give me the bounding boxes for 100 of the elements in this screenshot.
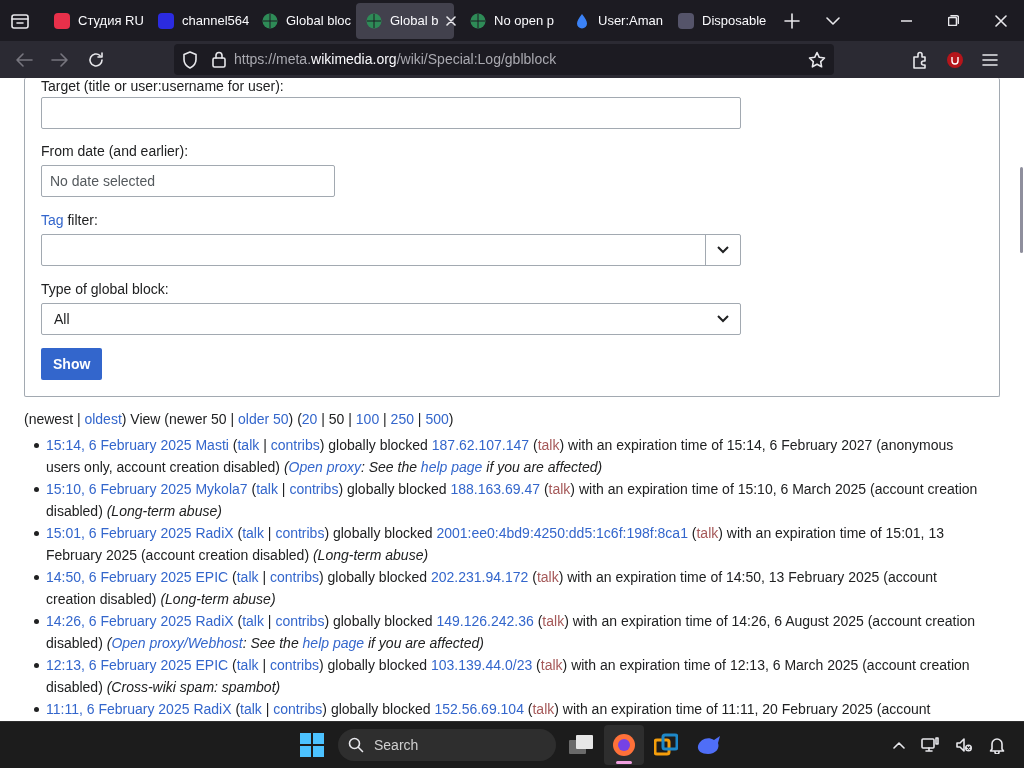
link[interactable]: 20 [301,411,318,427]
bullet-icon [34,531,39,536]
link[interactable]: talk [548,481,571,497]
link[interactable]: Open proxy/Webhost [111,635,243,651]
link[interactable]: 250 [390,411,414,427]
link[interactable]: talk [236,657,259,673]
link[interactable]: talk [237,437,260,453]
chevron-down-icon[interactable] [717,246,729,254]
link[interactable]: 187.62.107.147 [431,437,530,453]
url-field[interactable]: https://meta.wikimedia.org/wiki/Special:Log/gblblock [174,44,834,75]
app-icon[interactable] [654,733,678,757]
link[interactable]: 14:50, 6 February 2025 [46,569,192,585]
link[interactable]: contribs [275,525,325,541]
link[interactable]: 15:10, 6 February 2025 [46,481,192,497]
close-icon[interactable] [446,15,457,26]
link[interactable]: contribs [269,569,319,585]
field-label: Tag filter: [41,211,99,230]
browser-tab[interactable]: Global b [356,2,454,39]
link[interactable]: talk [242,613,264,629]
link[interactable]: 2001:ee0:4bd9:4250:dd5:1c6f:198f:8ca1 [436,525,688,541]
forward-icon[interactable] [51,51,69,68]
type-dropdown[interactable]: All [41,303,741,335]
browser-tab[interactable]: Global bloc [252,2,350,39]
link[interactable]: contribs [273,701,323,717]
extensions-icon[interactable] [911,50,929,69]
chevron-up-icon[interactable] [893,741,905,749]
link[interactable]: talk [540,657,563,673]
link[interactable]: 15:01, 6 February 2025 [46,525,192,541]
link[interactable]: 152.56.69.104 [434,701,524,717]
link[interactable]: talk [256,481,278,497]
log-entry: 15:10, 6 February 2025 Mykola7 (talk | contribs) globally blocked 188.163.69.47 (talk) with an expiration time of 15:10, 6 March 2025 (account creation disabled) (Long-term abuse) [46,480,979,521]
browser-tab[interactable]: Disposable [668,2,766,39]
restore-icon[interactable] [948,15,959,26]
app-icon [612,733,636,757]
reload-icon[interactable] [88,51,104,68]
link[interactable]: 100 [355,411,380,427]
link[interactable]: talk [240,701,262,717]
link[interactable]: talk [536,569,559,585]
speaker-muted-icon[interactable] [955,737,973,753]
link[interactable]: Tag [41,212,64,228]
link[interactable]: 202.231.94.172 [431,569,529,585]
link[interactable]: EPIC [195,569,229,585]
link[interactable]: 11:11, 6 February 2025 [46,701,190,717]
link[interactable]: contribs [289,481,339,497]
field-label: Type of global block: [41,280,170,299]
scrollbar-thumb[interactable] [1020,167,1023,253]
link[interactable]: talk [537,437,560,453]
link[interactable]: contribs [275,613,325,629]
link[interactable]: Masti [195,437,229,453]
tab-list-icon[interactable] [10,11,30,30]
text-field[interactable] [41,97,741,129]
link[interactable]: 103.139.44.0/23 [431,657,533,673]
link[interactable]: help page [420,459,483,475]
shield-badge-icon[interactable] [946,50,964,69]
task-view-icon[interactable] [568,734,594,756]
menu-icon[interactable] [982,52,998,67]
close-icon[interactable] [995,14,1007,27]
browser-tab[interactable]: Студия RU [44,2,142,39]
field-label: Target (title or user:username for user): [41,78,285,94]
link[interactable]: talk [542,613,565,629]
link[interactable]: talk [696,525,719,541]
link[interactable]: contribs [270,437,320,453]
link[interactable]: help page [302,635,365,651]
link[interactable]: 12:13, 6 February 2025 [46,657,192,673]
link[interactable]: talk [236,569,259,585]
browser-tab[interactable]: No open p [460,2,558,39]
notification-bell-icon[interactable] [989,736,1005,754]
link[interactable]: 149.126.242.36 [436,613,534,629]
link[interactable]: EPIC [195,657,229,673]
network-icon[interactable] [921,737,939,753]
taskbar-app[interactable] [604,725,644,765]
square-icon [158,12,174,29]
link[interactable]: RadiX [193,701,232,717]
link[interactable]: 500 [425,411,449,427]
windows-logo-icon[interactable] [300,733,324,757]
drop-icon [574,12,590,29]
back-icon[interactable] [15,51,33,68]
date-field[interactable]: No date selected [41,165,335,197]
link[interactable]: Mykola7 [195,481,248,497]
link[interactable]: RadiX [195,525,234,541]
link[interactable]: talk [532,701,555,717]
link[interactable]: talk [242,525,264,541]
link[interactable]: oldest [84,411,122,427]
app-icon[interactable] [696,734,722,756]
link[interactable]: older 50 [238,411,289,427]
chevron-down-icon [717,315,729,323]
globe-icon [262,12,278,29]
globe-icon [366,12,382,29]
link[interactable]: 15:14, 6 February 2025 [46,437,192,453]
bookmark-star-icon[interactable] [808,50,826,69]
link[interactable]: 14:26, 6 February 2025 [46,613,192,629]
log-entry: 14:50, 6 February 2025 EPIC (talk | contribs) globally blocked 202.231.94.172 (talk) with an expiration time of 14:50, 13 February 2025 (account creation disabled) (Long-term abuse) [46,568,938,609]
show-button[interactable]: Show [41,348,103,380]
link[interactable]: 188.163.69.47 [450,481,540,497]
search-field[interactable]: Search [338,729,556,761]
link[interactable]: RadiX [195,613,234,629]
new-tab-icon[interactable] [784,12,800,29]
browser-tab[interactable]: User:Aman [564,2,662,39]
link[interactable]: contribs [269,657,319,673]
bullet-icon [34,487,39,492]
